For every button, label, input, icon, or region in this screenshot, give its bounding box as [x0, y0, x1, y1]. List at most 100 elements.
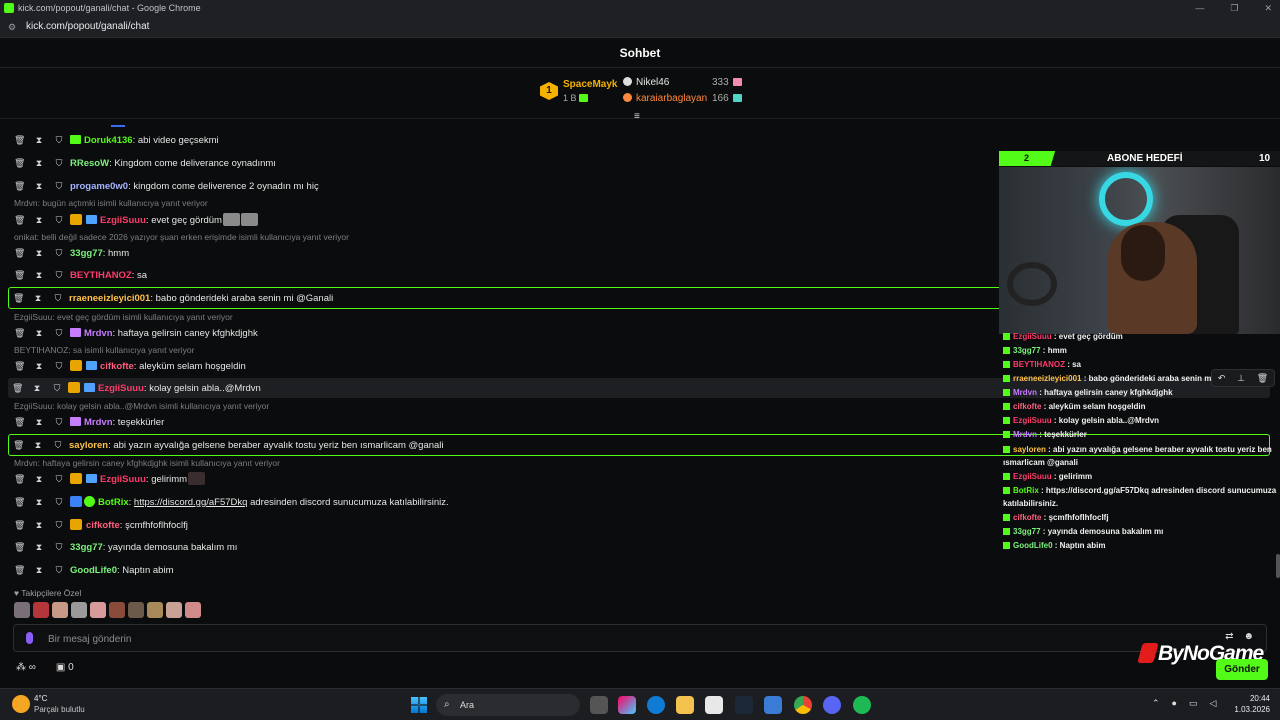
minimize-icon[interactable]: —: [1195, 0, 1204, 16]
timeout-icon[interactable]: ⧗: [34, 243, 44, 263]
chat-message[interactable]: 🗑 ⧗ ⛉ Doruk4136: abi video geçsekmi: [10, 130, 219, 150]
chrome-icon[interactable]: [794, 696, 812, 714]
ban-icon[interactable]: ⛉: [54, 210, 64, 230]
pin-icon[interactable]: ⊥: [1237, 373, 1245, 384]
chat-username[interactable]: Doruk4136: [84, 135, 133, 146]
emoji-icon[interactable]: ☻: [1243, 631, 1254, 642]
ban-icon[interactable]: ⛉: [54, 560, 64, 580]
emote-6[interactable]: [109, 602, 125, 618]
ban-icon[interactable]: ⛉: [54, 176, 64, 196]
ban-icon[interactable]: ⛉: [54, 356, 64, 376]
ban-icon[interactable]: ⛉: [54, 515, 64, 535]
timeout-icon[interactable]: ⧗: [34, 323, 44, 343]
microphone-icon[interactable]: [26, 632, 33, 644]
chat-username[interactable]: EzgiiSuuu: [100, 474, 146, 485]
timeout-icon[interactable]: ⧗: [34, 560, 44, 580]
mic-tray-icon[interactable]: ●: [1172, 698, 1177, 709]
ban-icon[interactable]: ⛉: [54, 323, 64, 343]
delete-icon[interactable]: 🗑: [13, 435, 24, 455]
discord-icon[interactable]: [823, 696, 841, 714]
address-bar[interactable]: ⚙ kick.com/popout/ganali/chat: [0, 16, 1280, 38]
delete-icon[interactable]: 🗑: [14, 492, 25, 512]
ban-icon[interactable]: ⛉: [54, 537, 64, 557]
chat-message[interactable]: 🗑 ⧗ ⛉ BotRix: https://discord.gg/aF57Dkq ad…: [10, 492, 449, 512]
ban-icon[interactable]: ⛉: [54, 243, 64, 263]
chat-username[interactable]: rraeneeizleyici001: [69, 293, 150, 304]
file-explorer-icon[interactable]: [676, 696, 694, 714]
copilot-icon[interactable]: [618, 696, 636, 714]
chat-username[interactable]: EzgiiSuuu: [98, 383, 144, 394]
chat-message[interactable]: 🗑 ⧗ ⛉ BEYTIHANOZ: sa: [10, 265, 147, 285]
delete-icon[interactable]: 🗑: [14, 243, 25, 263]
clock-time[interactable]: 20:44: [1230, 694, 1270, 703]
chat-input-box[interactable]: ⇄ ☻: [13, 624, 1267, 652]
network-icon[interactable]: ▭: [1189, 698, 1198, 709]
chat-message[interactable]: 🗑 ⧗ ⛉ cifkofte: aleyküm selam hoşgeldin: [10, 356, 246, 376]
chat-username[interactable]: RResoW: [70, 158, 109, 169]
ban-icon[interactable]: ⛉: [53, 288, 63, 308]
steam-icon[interactable]: [735, 696, 753, 714]
translate-icon[interactable]: ⇄: [1225, 631, 1233, 642]
volume-icon[interactable]: ◁: [1210, 698, 1217, 709]
restore-icon[interactable]: ❐: [1230, 0, 1238, 16]
timeout-icon[interactable]: ⧗: [34, 537, 44, 557]
timeout-icon[interactable]: ⧗: [34, 515, 44, 535]
leaderboard-top-name[interactable]: SpaceMayk: [563, 79, 617, 90]
scrollbar[interactable]: [1276, 554, 1280, 578]
taskbar-search[interactable]: ⌕ Ara: [436, 694, 580, 716]
chat-username[interactable]: cifkofte: [100, 361, 134, 372]
delete-icon[interactable]: 🗑: [14, 130, 25, 150]
chat-message[interactable]: 🗑 ⧗ ⛉ EzgiiSuuu: gelirimm: [10, 469, 206, 489]
emote-3[interactable]: [52, 602, 68, 618]
ban-icon[interactable]: ⛉: [54, 469, 64, 489]
chat-message[interactable]: 🗑 ⧗ ⛉ 33gg77: yayında demosuna bakalım mı: [10, 537, 237, 557]
chat-message[interactable]: 🗑 ⧗ ⛉ Mrdvn: haftaya gelirsin caney kfghkdj…: [10, 323, 258, 343]
emote-1[interactable]: [14, 602, 30, 618]
reply-context[interactable]: Mrdvn: haftaya gelirsin caney kfghkdjghk…: [14, 458, 280, 468]
chat-message[interactable]: 🗑 ⧗ ⛉ Mrdvn: teşekkürler: [10, 412, 164, 432]
emote-9[interactable]: [166, 602, 182, 618]
timeout-icon[interactable]: ⧗: [34, 153, 44, 173]
delete-icon[interactable]: 🗑: [12, 378, 23, 398]
chat-message[interactable]: 🗑 ⧗ ⛉ EzgiiSuuu: evet geç gördüm: [10, 210, 258, 230]
timeout-icon[interactable]: ⧗: [34, 130, 44, 150]
ban-icon[interactable]: ⛉: [54, 412, 64, 432]
chat-message[interactable]: 🗑 ⧗ ⛉ RResoW: Kingdom come deliverance oyna…: [10, 153, 276, 173]
delete-icon[interactable]: 🗑: [14, 323, 25, 343]
start-icon[interactable]: [411, 697, 427, 713]
timeout-icon[interactable]: ⧗: [34, 412, 44, 432]
chat-message[interactable]: 🗑 ⧗ ⛉ GoodLife0: Naptın abim: [10, 560, 173, 580]
timeout-icon[interactable]: ⧗: [34, 210, 44, 230]
chat-username[interactable]: sayloren: [69, 440, 108, 451]
timeout-icon[interactable]: ⧗: [34, 356, 44, 376]
emote-8[interactable]: [147, 602, 163, 618]
ban-icon[interactable]: ⛉: [53, 435, 63, 455]
delete-icon[interactable]: 🗑: [14, 153, 25, 173]
mail-icon[interactable]: [764, 696, 782, 714]
delete-icon[interactable]: 🗑: [1257, 373, 1268, 384]
emote-7[interactable]: [128, 602, 144, 618]
timeout-icon[interactable]: ⧗: [34, 176, 44, 196]
store-icon[interactable]: [705, 696, 723, 714]
delete-icon[interactable]: 🗑: [14, 469, 25, 489]
chat-message[interactable]: 🗑 ⧗ ⛉ cifkofte: şcmfhfoflhfoclfj: [10, 515, 188, 535]
message-input[interactable]: [48, 629, 1198, 649]
chat-username[interactable]: GoodLife0: [70, 565, 117, 576]
chat-username[interactable]: BEYTIHANOZ: [70, 270, 132, 281]
emote-5[interactable]: [90, 602, 106, 618]
chat-username[interactable]: EzgiiSuuu: [100, 215, 146, 226]
reply-context[interactable]: EzgiiSuuu: evet geç gördüm isimli kullan…: [14, 312, 233, 322]
ban-icon[interactable]: ⛉: [54, 492, 64, 512]
chat-message[interactable]: 🗑 ⧗ ⛉ progame0w0: kingdom come deliverence …: [10, 176, 319, 196]
chat-username[interactable]: cifkofte: [86, 520, 120, 531]
delete-icon[interactable]: 🗑: [13, 288, 24, 308]
chat-username[interactable]: 33gg77: [70, 542, 103, 553]
chat-message[interactable]: 🗑 ⧗ ⛉ 33gg77: hmm: [10, 243, 129, 263]
chat-username[interactable]: Mrdvn: [84, 328, 113, 339]
timeout-icon[interactable]: ⧗: [34, 469, 44, 489]
ban-icon[interactable]: ⛉: [54, 153, 64, 173]
ban-icon[interactable]: ⛉: [52, 378, 62, 398]
ban-icon[interactable]: ⛉: [54, 265, 64, 285]
clock-date[interactable]: 1.03.2026: [1222, 705, 1270, 714]
ban-icon[interactable]: ⛉: [54, 130, 64, 150]
